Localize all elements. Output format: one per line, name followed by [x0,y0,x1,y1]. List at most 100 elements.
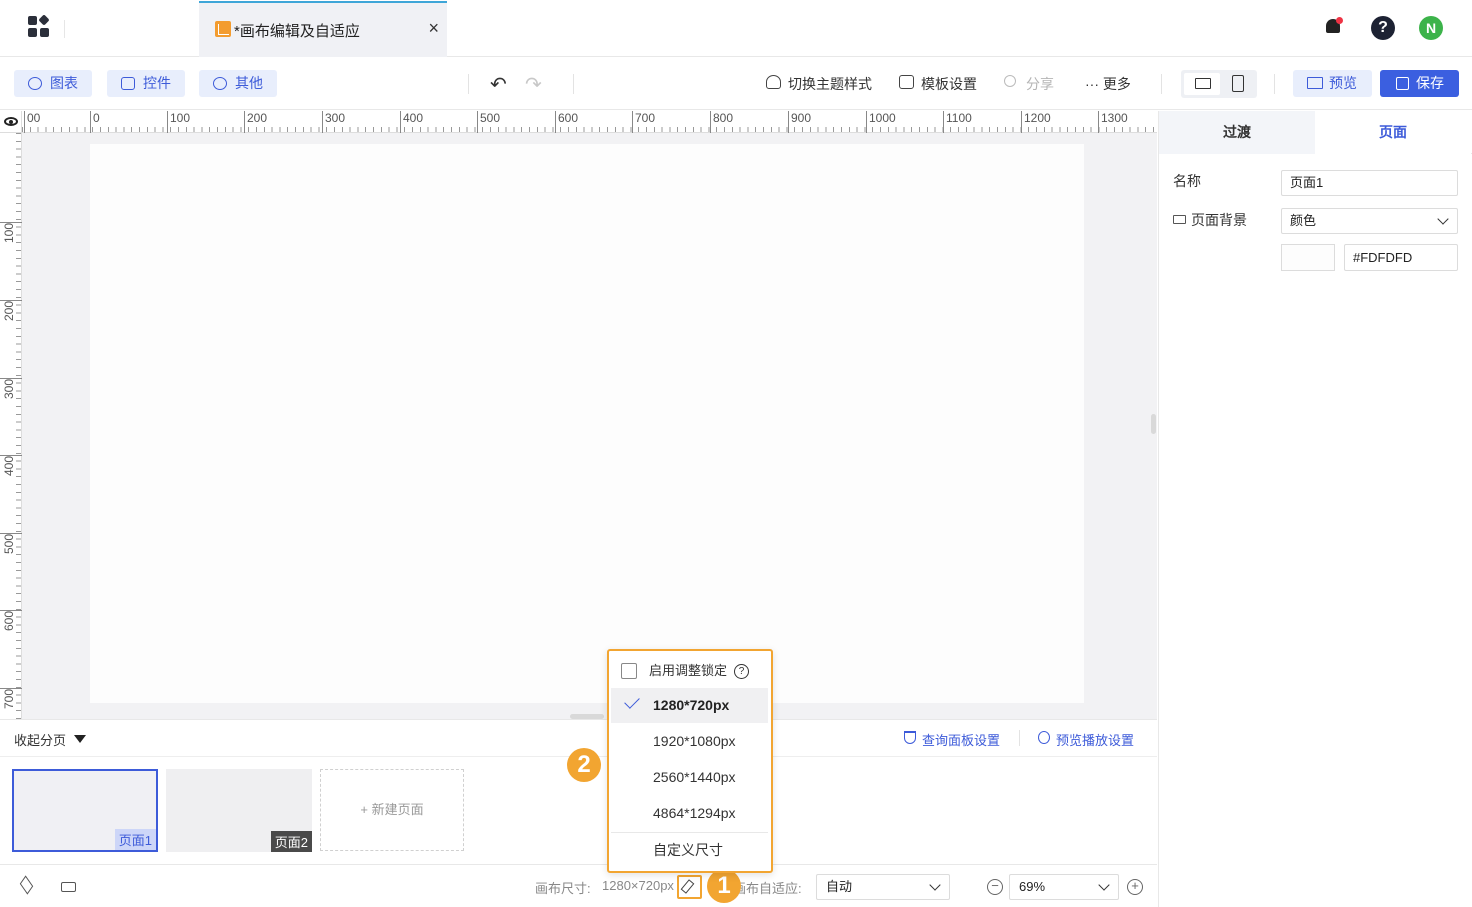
new-page-button[interactable]: + 新建页面 [320,769,464,851]
color-swatch[interactable] [1281,244,1335,271]
query-panel-settings-link[interactable]: 查询面板设置 [902,730,1000,749]
bg-type-select[interactable]: 颜色 [1281,208,1458,234]
template-icon [899,75,914,89]
ruler-tick-label: 500 [2,533,16,554]
page-thumbnail-label: 页面2 [270,831,312,852]
widget-button[interactable]: 控件 [107,70,185,97]
zoom-in-icon[interactable]: + [1127,879,1143,895]
page-thumbnail-2[interactable]: 页面2 [166,769,312,852]
close-icon[interactable]: × [428,18,439,39]
layers-icon[interactable] [19,875,34,895]
toolbar: 图表 控件 其他 ↶ ↷ 切换主题样式 模板设置 分享 ··· 更多 预览 保存 [0,58,1472,110]
page-thumbnail-1[interactable]: 页面1 [12,769,158,852]
eye-icon[interactable] [4,117,18,126]
avatar[interactable]: N [1419,16,1443,40]
bell-icon[interactable] [1321,16,1345,40]
mobile-icon[interactable] [1232,75,1244,92]
page-name-input[interactable]: 页面1 [1281,170,1458,196]
status-bar: 画布尺寸: 1280×720px 画布自适应: 自动 − 69% + [0,864,1157,907]
ruler-tick: 1200 [1021,111,1051,133]
chevron-down-icon [1098,879,1110,891]
page-bg-label: 页面背景 [1173,210,1247,230]
edit-canvas-size-button[interactable] [677,875,702,899]
document-tab[interactable]: *画布编辑及自适应 × [199,1,447,57]
divider [1274,74,1275,94]
size-option-1280[interactable]: 1280*720px [611,688,768,723]
ruler-tick: 700 [632,111,655,133]
redo-icon[interactable]: ↷ [525,72,542,97]
more-button[interactable]: ··· 更多 [1063,74,1131,94]
share-icon [1004,75,1016,87]
template-settings-label: 模板设置 [921,76,977,92]
divider [1161,74,1162,94]
ruler-tick: 400 [400,111,423,133]
chevron-down-icon [1437,213,1449,225]
ruler-tick: 1300 [1098,111,1128,133]
ruler-tick-label: 400 [2,455,16,476]
canvas-adapt-select[interactable]: 自动 [816,874,950,900]
template-settings-button[interactable]: 模板设置 [899,74,977,94]
vertical-scrollbar[interactable] [1151,414,1156,434]
bg-type-value: 颜色 [1290,213,1317,228]
chevron-down-icon [929,879,941,891]
preview-button[interactable]: 预览 [1293,70,1372,97]
step-badge-1: 1 [707,869,741,903]
ruler-tick: 200 [244,111,267,133]
app-grid-icon[interactable] [28,14,52,40]
filter-icon [904,731,916,744]
ruler-tick: 500 [477,111,500,133]
preview-play-settings-link[interactable]: 预览播放设置 [1036,730,1134,749]
zoom-out-icon[interactable]: − [987,879,1003,895]
zoom-value: 69% [1019,879,1046,894]
chart-button[interactable]: 图表 [14,70,92,97]
desktop-icon[interactable] [1184,73,1220,95]
ruler-tick: 1100 [943,111,972,133]
ruler-tick: 200 [0,300,22,321]
ruler-tick: 600 [555,111,578,133]
ruler-tick: 300 [322,111,345,133]
dashboard-icon [215,21,231,37]
properties-panel: 过渡 页面 名称 页面1 页面背景 颜色 #FDFDFD [1158,111,1472,907]
size-option-1920[interactable]: 1920*1080px [611,724,768,759]
ruler-tick: 700 [0,688,22,709]
ruler-tick: 500 [0,533,22,554]
tab-page[interactable]: 页面 [1315,111,1471,154]
save-icon [1396,77,1409,90]
more-circle-icon [213,77,227,90]
collapse-pages-toggle[interactable]: 收起分页 [14,730,87,749]
name-label: 名称 [1173,173,1201,189]
other-button[interactable]: 其他 [199,70,277,97]
horizontal-ruler [22,111,1157,133]
widget-icon [121,77,135,90]
ruler-tick: 100 [0,222,22,243]
undo-icon[interactable]: ↶ [490,72,507,97]
monitor-icon [1173,215,1186,224]
lock-checkbox[interactable] [621,663,637,679]
ruler-tick: 800 [710,111,733,133]
custom-size-option[interactable]: 自定义尺寸 [611,833,768,868]
page-bg-text: 页面背景 [1191,212,1247,228]
size-option-4864[interactable]: 4864*1294px [611,796,768,831]
ruler-corner [0,111,22,133]
share-button[interactable]: 分享 [1004,74,1054,94]
query-panel-label: 查询面板设置 [922,733,1001,748]
size-option-2560[interactable]: 2560*1440px [611,760,768,795]
size-option-label: 1280*720px [653,697,730,713]
page-bar: 收起分页 查询面板设置 预览播放设置 页面1 页面2 + 新建页面 [0,719,1157,863]
workspace: 00 0 100 200 300 400 500 600 700 800 900… [0,111,1157,719]
save-button[interactable]: 保存 [1380,70,1459,97]
bg-color-input[interactable]: #FDFDFD [1344,244,1458,271]
keyboard-icon[interactable] [61,882,76,892]
share-label: 分享 [1026,76,1054,92]
help-icon[interactable]: ? [734,664,750,679]
help-icon[interactable]: ? [1371,16,1395,40]
zoom-select[interactable]: 69% [1009,874,1119,900]
tab-transition[interactable]: 过渡 [1159,111,1315,154]
divider [468,74,469,94]
switch-theme-button[interactable]: 切换主题样式 [766,74,872,94]
canvas[interactable] [90,144,1084,703]
enable-lock-option[interactable]: 启用调整锁定 ? [621,661,750,681]
gear-icon [1038,731,1050,744]
widget-button-label: 控件 [143,75,171,91]
switch-theme-label: 切换主题样式 [788,76,872,92]
